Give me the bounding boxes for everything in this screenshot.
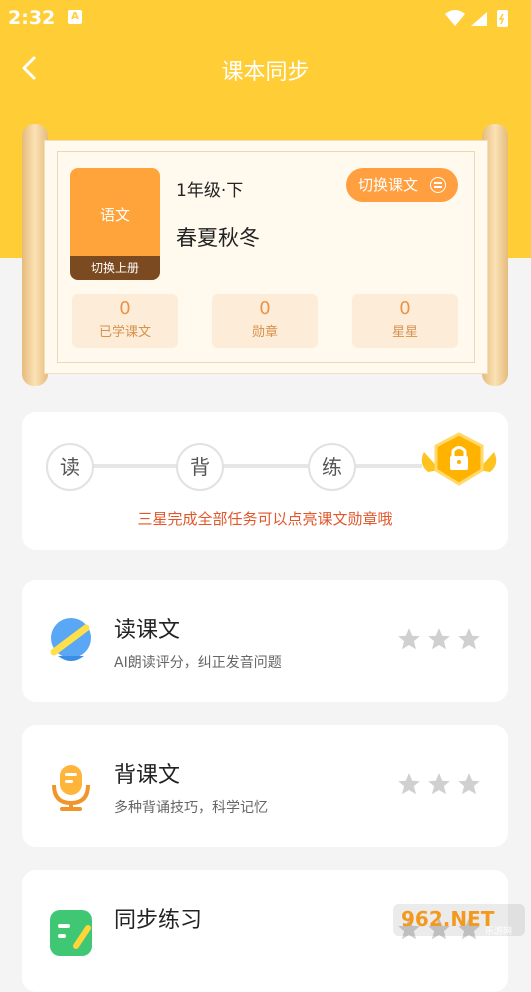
switch-volume-button[interactable]: 切换上册 bbox=[70, 256, 160, 280]
watermark-subtext: 乐游网 bbox=[485, 925, 512, 937]
star-icon bbox=[458, 628, 480, 650]
textbook-scroll-card: 语文 切换上册 1年级·下 春夏秋冬 切换课文 0 已学课文 0 勋章 0 星星 bbox=[22, 124, 508, 386]
notification-a-icon: A bbox=[68, 10, 82, 24]
lesson-title: 春夏秋冬 bbox=[176, 226, 260, 250]
status-icons bbox=[443, 8, 523, 34]
step-practice: 练 bbox=[308, 443, 356, 491]
stat-stars: 0 星星 bbox=[352, 294, 458, 348]
task-title: 背课文 bbox=[114, 763, 181, 788]
stat-value: 0 bbox=[119, 298, 131, 319]
step-recite: 背 bbox=[176, 443, 224, 491]
star-icon bbox=[428, 628, 450, 650]
star-icon bbox=[428, 773, 450, 795]
book-cover[interactable]: 语文 切换上册 bbox=[70, 168, 160, 280]
status-time: 2:32 bbox=[8, 7, 56, 29]
status-bar: 2:32 A bbox=[0, 0, 531, 36]
task-description: 多种背诵技巧，科学记忆 bbox=[114, 800, 268, 816]
grade-label: 1年级·下 bbox=[176, 181, 244, 201]
wifi-signal-battery-icon bbox=[445, 10, 508, 27]
switch-lesson-button[interactable]: 切换课文 bbox=[346, 168, 458, 202]
progress-track bbox=[352, 464, 422, 468]
switch-lesson-label: 切换课文 bbox=[358, 176, 419, 194]
task-stars bbox=[392, 626, 482, 656]
task-title: 读课文 bbox=[114, 618, 181, 643]
book-subject: 语文 bbox=[99, 206, 130, 224]
star-icon bbox=[398, 773, 420, 795]
stat-value: 0 bbox=[399, 298, 411, 319]
page-title: 课本同步 bbox=[221, 60, 310, 85]
microphone-icon bbox=[52, 765, 90, 811]
task-description: AI朗读评分，纠正发音问题 bbox=[114, 655, 282, 671]
stat-label: 星星 bbox=[391, 325, 418, 340]
stat-label: 勋章 bbox=[251, 325, 278, 340]
stat-medals: 0 勋章 bbox=[212, 294, 318, 348]
practice-icon bbox=[50, 910, 92, 956]
switch-icon bbox=[430, 177, 446, 193]
locked-badge-icon bbox=[421, 432, 497, 486]
task-title: 同步练习 bbox=[114, 908, 203, 933]
reading-mic-icon bbox=[50, 618, 91, 661]
progress-card: 读 背 练 三星完成全部任务可以点亮课文勋章哦 bbox=[22, 412, 508, 550]
watermark-text: 962.NET bbox=[401, 907, 495, 931]
stat-value: 0 bbox=[259, 298, 271, 319]
stat-label: 已学课文 bbox=[98, 325, 151, 340]
task-stars bbox=[392, 771, 482, 801]
star-icon bbox=[398, 628, 420, 650]
stat-learned-lessons: 0 已学课文 bbox=[72, 294, 178, 348]
step-read: 读 bbox=[46, 443, 94, 491]
watermark-logo: 962.NET 乐游网 bbox=[393, 904, 525, 937]
progress-hint: 三星完成全部任务可以点亮课文勋章哦 bbox=[137, 510, 393, 528]
task-read-lesson[interactable]: 读课文 AI朗读评分，纠正发音问题 bbox=[22, 580, 508, 702]
task-recite-lesson[interactable]: 背课文 多种背诵技巧，科学记忆 bbox=[22, 725, 508, 847]
progress-track bbox=[220, 464, 308, 468]
progress-track bbox=[90, 464, 178, 468]
star-icon bbox=[458, 773, 480, 795]
